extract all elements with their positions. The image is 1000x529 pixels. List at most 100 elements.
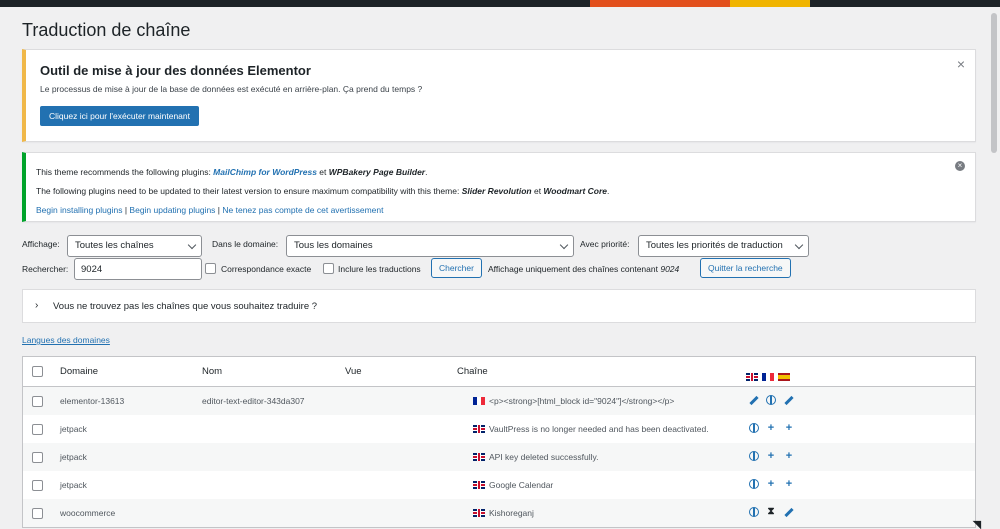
gb-flag-icon (473, 425, 485, 433)
table-row: jetpack Google Calendar + + (23, 471, 975, 499)
col-name-header[interactable]: Nom (202, 366, 222, 377)
missing-strings-accordion[interactable]: › Vous ne trouvez pas les chaînes que vo… (22, 289, 976, 323)
gb-flag-icon (473, 509, 485, 517)
domain-select-value: Tous les domaines (294, 240, 373, 251)
display-select[interactable]: Toutes les chaînes (67, 235, 202, 257)
search-input[interactable] (74, 258, 202, 280)
globe-icon[interactable] (748, 450, 760, 462)
display-label: Affichage: (22, 239, 60, 249)
row-domain: woocommerce (60, 508, 116, 518)
plus-icon[interactable]: + (783, 422, 795, 434)
exact-match-checkbox[interactable] (205, 263, 216, 274)
include-translations-label: Inclure les traductions (338, 264, 421, 274)
table-row: jetpack VaultPress is no longer needed a… (23, 415, 975, 443)
es-flag-icon (778, 373, 790, 381)
gb-flag-icon (473, 481, 485, 489)
col-string-header[interactable]: Chaîne (457, 366, 488, 377)
page-title: Traduction de chaîne (22, 20, 191, 40)
plus-icon[interactable]: + (765, 478, 777, 490)
conjunction-text: et (316, 167, 329, 177)
pencil-icon[interactable] (783, 394, 795, 406)
include-translations-checkbox[interactable] (323, 263, 334, 274)
row-string: API key deleted successfully. (473, 452, 598, 462)
fr-flag-icon (473, 397, 485, 405)
language-flags-header (746, 367, 794, 385)
top-bar-yellow-segment (730, 0, 810, 7)
plugin-link-mailchimp[interactable]: MailChimp for WordPress (213, 167, 317, 177)
domain-select[interactable]: Tous les domaines (286, 235, 574, 257)
row-translation-actions (748, 394, 808, 408)
priority-select[interactable]: Toutes les priorités de traduction (638, 235, 809, 257)
plus-icon[interactable]: + (783, 450, 795, 462)
row-checkbox[interactable] (32, 452, 43, 463)
priority-label: Avec priorité: (580, 239, 630, 249)
run-update-button[interactable]: Cliquez ici pour l'exécuter maintenant (40, 106, 200, 126)
table-header: Domaine Nom Vue Chaîne (23, 357, 975, 387)
page-scrollbar[interactable] (988, 7, 1000, 528)
row-name: editor-text-editor-343da307 (202, 396, 305, 406)
elementor-update-notice: Outil de mise à jour des données Element… (22, 49, 976, 142)
search-button[interactable]: Chercher (431, 258, 482, 278)
begin-installing-link[interactable]: Begin installing plugins (36, 205, 122, 215)
dismiss-notice-link[interactable]: Ne tenez pas compte de cet avertissement (222, 205, 383, 215)
row-domain: jetpack (60, 424, 87, 434)
row-string: Kishoreganj (473, 508, 534, 518)
row-string: <p><strong>[html_block id="9024"]</stron… (473, 396, 674, 406)
conjunction-text: et (531, 186, 544, 196)
table-row: jetpack API key deleted successfully. + … (23, 443, 975, 471)
table-row: woocommerce Kishoreganj ⧗ (23, 499, 975, 527)
hourglass-icon[interactable]: ⧗ (765, 506, 777, 518)
row-domain: jetpack (60, 480, 87, 490)
gb-flag-icon (473, 453, 485, 461)
globe-icon[interactable] (748, 478, 760, 490)
row-checkbox[interactable] (32, 508, 43, 519)
plugin-name-woodmart-core: Woodmart Core (543, 186, 608, 196)
quit-search-button[interactable]: Quitter la recherche (700, 258, 791, 278)
plus-icon[interactable]: + (783, 478, 795, 490)
priority-select-value: Toutes les priorités de traduction (646, 240, 783, 251)
plugin-name-wpbakery: WPBakery Page Builder (328, 167, 426, 177)
period-text: . (607, 186, 610, 196)
chevron-down-icon (187, 240, 197, 250)
globe-icon[interactable] (748, 506, 760, 518)
plugin-actions-line: Begin installing plugins | Begin updatin… (36, 205, 384, 215)
row-translation-actions: ⧗ (748, 506, 808, 520)
display-select-value: Toutes les chaînes (75, 240, 154, 251)
globe-icon[interactable] (748, 422, 760, 434)
row-checkbox[interactable] (32, 480, 43, 491)
close-icon[interactable]: × (957, 56, 965, 72)
col-domain-header[interactable]: Domaine (60, 366, 98, 377)
table-row: elementor-13613 editor-text-editor-343da… (23, 387, 975, 415)
col-view-header[interactable]: Vue (345, 366, 362, 377)
row-domain: jetpack (60, 452, 87, 462)
strings-table: Domaine Nom Vue Chaîne elementor-13613 e… (22, 356, 976, 528)
pencil-icon[interactable] (783, 506, 795, 518)
chevron-down-icon (559, 240, 569, 250)
period-text: . (425, 167, 428, 177)
search-status-text: Affichage uniquement des chaînes contena… (488, 264, 680, 274)
row-string: VaultPress is no longer needed and has b… (473, 424, 709, 434)
domain-label: Dans le domaine: (212, 239, 279, 249)
accordion-title: Vous ne trouvez pas les chaînes que vous… (53, 301, 318, 312)
notice-text: Le processus de mise à jour de la base d… (40, 84, 423, 94)
update-plugins-line: The following plugins need to be updated… (36, 186, 609, 196)
row-checkbox[interactable] (32, 424, 43, 435)
scrollbar-thumb[interactable] (991, 13, 997, 153)
domain-languages-link[interactable]: Langues des domaines (22, 335, 110, 345)
select-all-checkbox[interactable] (32, 366, 43, 377)
gb-flag-icon (746, 373, 758, 381)
row-translation-actions: + + (748, 422, 808, 436)
begin-updating-link[interactable]: Begin updating plugins (129, 205, 215, 215)
update-text: The following plugins need to be updated… (36, 186, 462, 196)
admin-top-bar (0, 0, 1000, 7)
search-label: Rechercher: (22, 264, 69, 274)
row-string: Google Calendar (473, 480, 553, 490)
row-checkbox[interactable] (32, 396, 43, 407)
pencil-icon[interactable] (748, 394, 760, 406)
plus-icon[interactable]: + (765, 422, 777, 434)
recommend-plugins-line: This theme recommends the following plug… (36, 167, 427, 177)
row-translation-actions: + + (748, 478, 808, 492)
dismiss-circle-icon[interactable]: × (955, 161, 965, 171)
plus-icon[interactable]: + (765, 450, 777, 462)
globe-icon[interactable] (765, 394, 777, 406)
